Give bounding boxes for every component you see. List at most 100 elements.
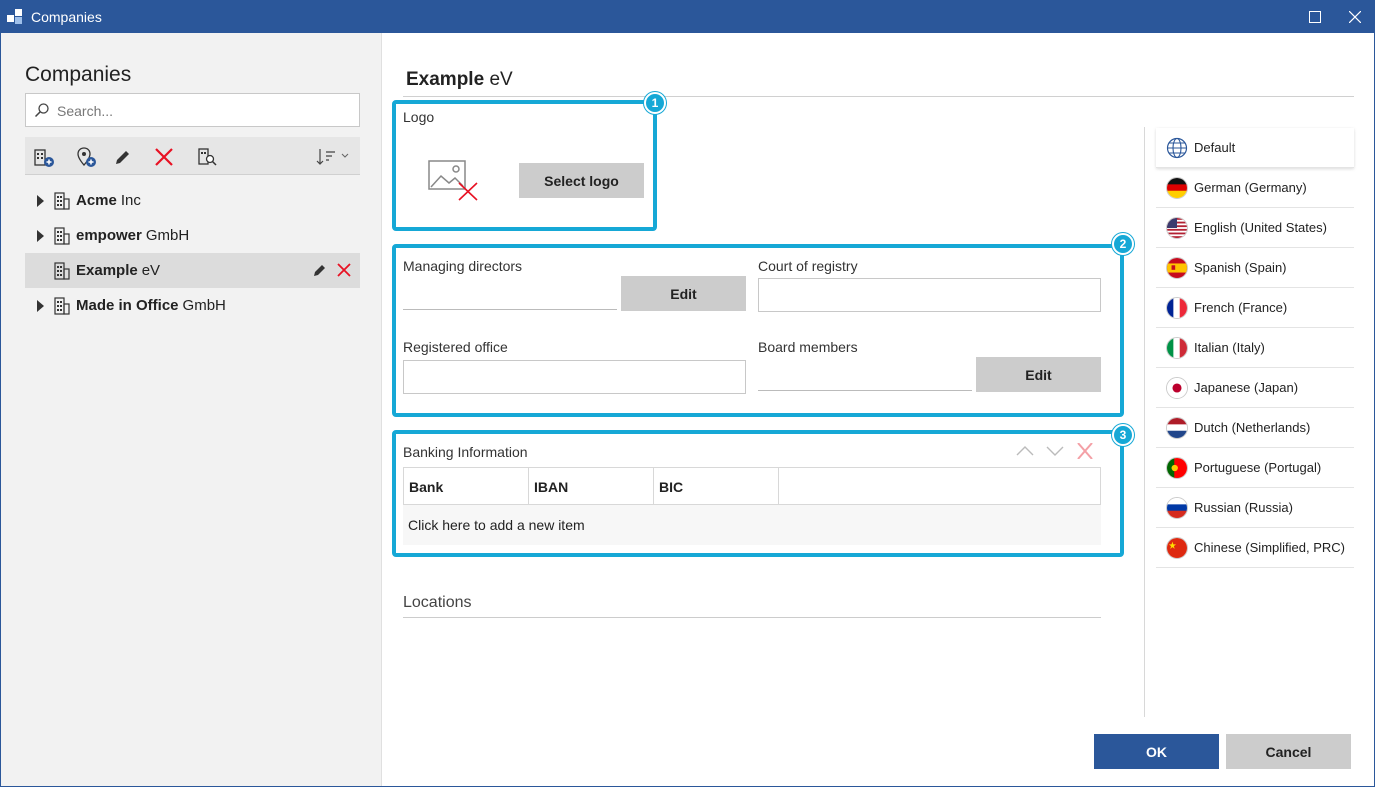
managing-directors-label: Managing directors	[403, 258, 523, 274]
edit-button[interactable]	[110, 144, 136, 170]
language-item-german[interactable]: German (Germany)	[1156, 168, 1354, 208]
add-new-item-row[interactable]: Click here to add a new item	[403, 505, 1101, 545]
board-members-field[interactable]	[758, 390, 972, 391]
maximize-button[interactable]	[1300, 1, 1330, 33]
callout-badge-1: 1	[644, 92, 666, 114]
language-label: Italian (Italy)	[1194, 340, 1265, 355]
row-actions	[312, 262, 352, 278]
expand-icon[interactable]	[33, 299, 47, 312]
language-item-default[interactable]: Default	[1156, 128, 1354, 168]
move-down-icon[interactable]	[1045, 443, 1065, 459]
language-item-russian[interactable]: Russian (Russia)	[1156, 488, 1354, 528]
flag-it-icon	[1166, 336, 1188, 359]
language-label: Japanese (Japan)	[1194, 380, 1299, 395]
company-suffix: GmbH	[145, 227, 190, 244]
company-suffix: GmbH	[182, 297, 226, 314]
search-icon	[34, 103, 49, 118]
language-item-japanese[interactable]: Japanese (Japan)	[1156, 368, 1354, 408]
company-details-button[interactable]	[194, 144, 220, 170]
edit-managing-directors-button[interactable]: Edit	[621, 276, 746, 311]
tree-item-acme[interactable]: Acme Inc	[25, 183, 360, 218]
language-list: Default German (Germany) English (United…	[1156, 128, 1354, 568]
search-input[interactable]	[57, 101, 347, 121]
language-label: Default	[1194, 140, 1236, 155]
edit-board-members-button[interactable]: Edit	[976, 357, 1101, 392]
building-icon	[54, 261, 70, 280]
sidebar-heading: Companies	[25, 63, 132, 86]
language-item-english[interactable]: English (United States)	[1156, 208, 1354, 248]
language-item-chinese[interactable]: Chinese (Simplified, PRC)	[1156, 528, 1354, 568]
language-label: German (Germany)	[1194, 180, 1307, 195]
tree-item-made-in-office[interactable]: Made in Office GmbH	[25, 288, 360, 323]
select-logo-button[interactable]: Select logo	[519, 163, 644, 198]
board-members-label: Board members	[758, 339, 858, 355]
column-iban[interactable]: IBAN	[529, 468, 654, 504]
flag-ru-icon	[1166, 496, 1188, 519]
court-of-registry-label: Court of registry	[758, 258, 858, 274]
column-bank[interactable]: Bank	[404, 468, 529, 504]
banking-grid: Bank IBAN BIC Click here to add a new it…	[403, 467, 1101, 545]
company-name: empower	[76, 227, 142, 244]
locations-divider	[403, 617, 1101, 618]
remove-item-icon[interactable]	[1075, 443, 1095, 459]
language-label: Dutch (Netherlands)	[1194, 420, 1311, 435]
callout-badge-2: 2	[1112, 233, 1134, 255]
managing-directors-field[interactable]	[403, 309, 617, 310]
cancel-button[interactable]: Cancel	[1226, 734, 1351, 769]
language-item-spanish[interactable]: Spanish (Spain)	[1156, 248, 1354, 288]
column-bic[interactable]: BIC	[654, 468, 779, 504]
banking-label: Banking Information	[403, 444, 528, 460]
registered-office-input[interactable]	[403, 360, 746, 394]
company-suffix: eV	[141, 262, 161, 279]
flag-us-icon	[1166, 216, 1188, 239]
building-icon	[54, 191, 70, 210]
flag-es-icon	[1166, 256, 1188, 279]
registered-office-label: Registered office	[403, 339, 508, 355]
add-company-button[interactable]	[31, 144, 57, 170]
flag-nl-icon	[1166, 416, 1188, 439]
page-title-suffix: eV	[489, 69, 513, 90]
logo-label: Logo	[403, 109, 435, 125]
search-box[interactable]	[25, 93, 360, 127]
sort-icon	[316, 149, 349, 165]
delete-button[interactable]	[151, 144, 177, 170]
row-delete-icon[interactable]	[336, 262, 352, 278]
flag-fr-icon	[1166, 296, 1188, 319]
flag-jp-icon	[1166, 376, 1188, 399]
language-item-italian[interactable]: Italian (Italy)	[1156, 328, 1354, 368]
banking-list-tools	[1015, 443, 1095, 459]
court-of-registry-input[interactable]	[758, 278, 1101, 312]
close-window-button[interactable]	[1340, 1, 1370, 33]
sort-button[interactable]	[313, 144, 353, 170]
app-icon	[7, 9, 22, 24]
ok-button[interactable]: OK	[1094, 734, 1219, 769]
close-icon	[1349, 11, 1361, 23]
delete-icon	[155, 148, 173, 166]
add-location-icon	[77, 147, 96, 167]
language-item-portuguese[interactable]: Portuguese (Portugal)	[1156, 448, 1354, 488]
callout-badge-3: 3	[1112, 424, 1134, 446]
expand-icon[interactable]	[33, 194, 47, 207]
language-label: Russian (Russia)	[1194, 500, 1293, 515]
company-tree: Acme Inc empower GmbH Example eV Made in…	[25, 183, 360, 323]
tree-item-empower[interactable]: empower GmbH	[25, 218, 360, 253]
banking-grid-header: Bank IBAN BIC	[403, 467, 1101, 505]
move-up-icon[interactable]	[1015, 443, 1035, 459]
add-location-button[interactable]	[73, 144, 99, 170]
language-label: Spanish (Spain)	[1194, 260, 1287, 275]
title-divider	[403, 96, 1354, 97]
companies-sidebar: Companies Search... Acme Inc empower Gmb…	[1, 33, 382, 786]
language-divider	[1144, 127, 1145, 717]
no-image-icon	[428, 160, 478, 201]
company-name: Acme	[76, 192, 117, 209]
expand-icon[interactable]	[33, 229, 47, 242]
add-company-icon	[34, 149, 54, 167]
company-detail-panel: Example eV 1 Logo Select logo 2 Managing…	[383, 33, 1374, 786]
company-name: Made in Office	[76, 297, 179, 314]
tree-item-example[interactable]: Example eV	[25, 253, 360, 288]
language-label: Portuguese (Portugal)	[1194, 460, 1322, 475]
language-item-french[interactable]: French (France)	[1156, 288, 1354, 328]
language-item-dutch[interactable]: Dutch (Netherlands)	[1156, 408, 1354, 448]
row-edit-icon[interactable]	[312, 262, 328, 278]
language-label: Chinese (Simplified, PRC)	[1194, 540, 1345, 555]
